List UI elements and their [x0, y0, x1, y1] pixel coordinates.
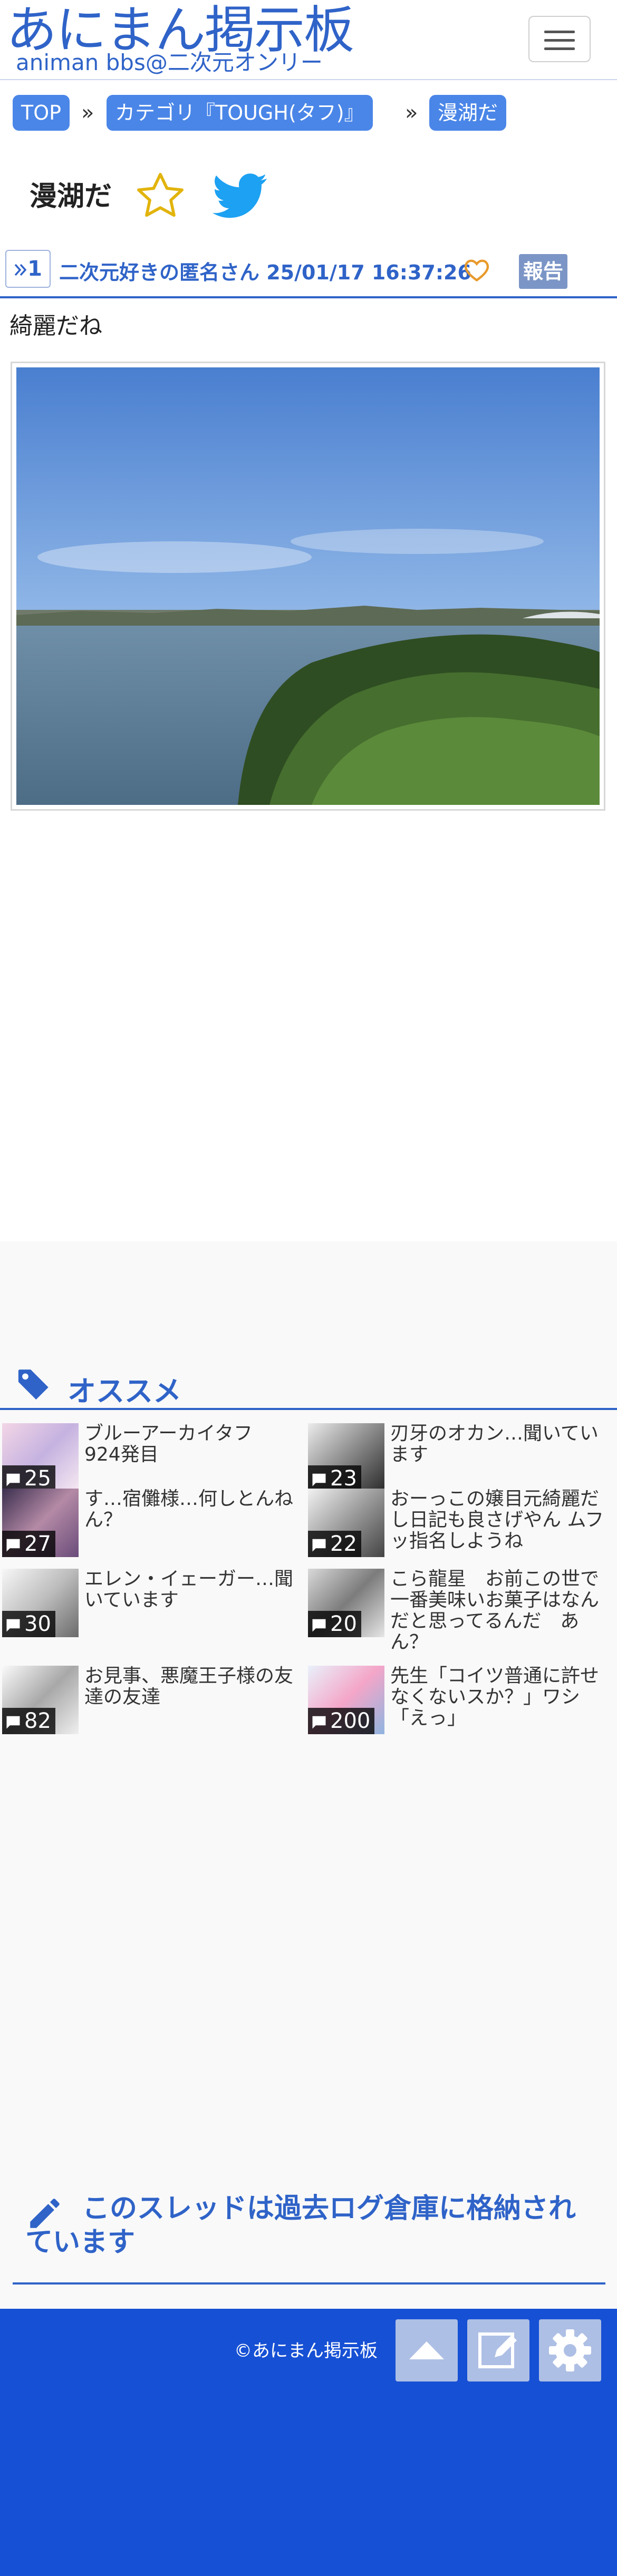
edit-icon [478, 2332, 517, 2368]
comment-count-badge: 20 [308, 1611, 361, 1637]
recommend-item-title: エレン・イェーガー…聞いています [84, 1568, 294, 1611]
comment-count-badge: 30 [2, 1611, 55, 1637]
edit-button[interactable] [467, 2319, 529, 2381]
tag-icon [18, 1369, 49, 1400]
lake-photo [16, 367, 600, 805]
thumbnail: 23 [308, 1423, 384, 1492]
thumbnail: 25 [2, 1423, 79, 1492]
post-image[interactable] [11, 362, 605, 811]
recommend-item[interactable]: 27 す…宿儺様…何しとんねん？ [0, 1486, 306, 1560]
thumbnail: 27 [2, 1489, 79, 1557]
comment-count-badge: 82 [2, 1708, 55, 1734]
post-header: 1 二次元好きの匿名さん 25/01/17 16:37:26 報告 [0, 244, 617, 298]
breadcrumb-thread-link[interactable]: 漫湖だ [429, 95, 507, 131]
recommend-item-title: こら龍星 お前この世で一番美味いお菓子はなんだと思ってるんだ あん？ [390, 1568, 600, 1653]
breadcrumb: TOP » カテゴリ『TOUGH(タフ)』 » 漫湖だ [0, 95, 617, 132]
twitter-icon[interactable] [210, 168, 271, 222]
recommend-item[interactable]: 20 こら龍星 お前この世で一番美味いお菓子はなんだと思ってるんだ あん？ [306, 1567, 612, 1653]
breadcrumb-category-link[interactable]: カテゴリ『TOUGH(タフ)』 [107, 95, 373, 131]
comment-icon [6, 1619, 20, 1632]
settings-button[interactable] [539, 2319, 601, 2381]
thumbnail: 200 [308, 1666, 384, 1734]
thread-title: 漫湖だ [30, 181, 112, 212]
post-body: 綺麗だね [9, 313, 102, 339]
recommend-item[interactable]: 30 エレン・イェーガー…聞いています [0, 1567, 306, 1640]
recommend-item-title: お見事、悪魔王子様の友達の友達 [84, 1665, 294, 1708]
recommend-item-title: おーっこの嬢目元綺麗だし日記も良さげやん ムフッ指名しようね [390, 1488, 604, 1552]
recommend-item[interactable]: 200 先生「コイツ普通に許せなくないスか？」ワシ「えっ」 [306, 1664, 612, 1737]
recommend-item-title: 先生「コイツ普通に許せなくないスか？」ワシ「えっ」 [390, 1665, 600, 1729]
recommend-item[interactable]: 23 刃牙のオカン…聞いています [306, 1421, 612, 1495]
comment-icon [6, 1539, 20, 1552]
star-icon[interactable] [133, 169, 188, 223]
breadcrumb-separator: » [81, 101, 94, 125]
scroll-top-button[interactable] [396, 2319, 458, 2381]
comment-icon [312, 1716, 326, 1729]
recommend-item[interactable]: 82 お見事、悪魔王子様の友達の友達 [0, 1664, 306, 1737]
site-header: あにまん掲示板 animan bbs@二次元オンリー [0, 0, 617, 80]
site-logo-subtitle[interactable]: animan bbs@二次元オンリー [16, 51, 323, 75]
gear-icon [549, 2329, 591, 2371]
recommend-item-title: ブルーアーカイタフ 924発目 [84, 1423, 272, 1465]
recommend-item-title: す…宿儺様…何しとんねん？ [84, 1488, 294, 1531]
hamburger-menu-icon[interactable] [528, 16, 591, 62]
breadcrumb-separator: » [405, 101, 418, 125]
comment-count-badge: 200 [308, 1708, 375, 1734]
comment-icon [312, 1539, 326, 1552]
comment-count-badge: 27 [2, 1531, 55, 1557]
recommend-header: オススメ [0, 1363, 617, 1410]
recommend-title: オススメ [68, 1375, 181, 1408]
double-chevron-right-icon [14, 264, 27, 276]
comment-icon [312, 1619, 326, 1632]
arrow-up-icon [409, 2341, 444, 2359]
comment-icon [6, 1473, 20, 1486]
thumbnail: 22 [308, 1489, 384, 1557]
post-author-datetime: 二次元好きの匿名さん 25/01/17 16:37:26 [59, 261, 471, 284]
heart-icon[interactable] [462, 256, 491, 284]
site-footer: ©あにまん掲示板 [0, 2309, 617, 2576]
comment-icon [312, 1473, 326, 1486]
comment-icon [6, 1716, 20, 1729]
thumbnail: 20 [308, 1569, 384, 1637]
archive-message: このスレッドは過去ログ倉庫に格納されています [25, 2193, 576, 2258]
archive-notice: このスレッドは過去ログ倉庫に格納されています [13, 2188, 605, 2285]
recommend-item-title: 刃牙のオカン…聞いています [390, 1423, 599, 1465]
response-number-button[interactable]: 1 [5, 250, 51, 288]
copyright: ©あにまん掲示板 [234, 2340, 378, 2361]
thumbnail: 82 [2, 1666, 79, 1734]
report-button[interactable]: 報告 [519, 254, 567, 289]
breadcrumb-top-link[interactable]: TOP [13, 95, 70, 131]
thumbnail: 30 [2, 1569, 79, 1637]
recommend-item[interactable]: 25 ブルーアーカイタフ 924発目 [0, 1421, 306, 1495]
comment-count-badge: 22 [308, 1531, 361, 1557]
recommend-item[interactable]: 22 おーっこの嬢目元綺麗だし日記も良さげやん ムフッ指名しようね [306, 1486, 612, 1560]
response-number: 1 [27, 257, 42, 281]
